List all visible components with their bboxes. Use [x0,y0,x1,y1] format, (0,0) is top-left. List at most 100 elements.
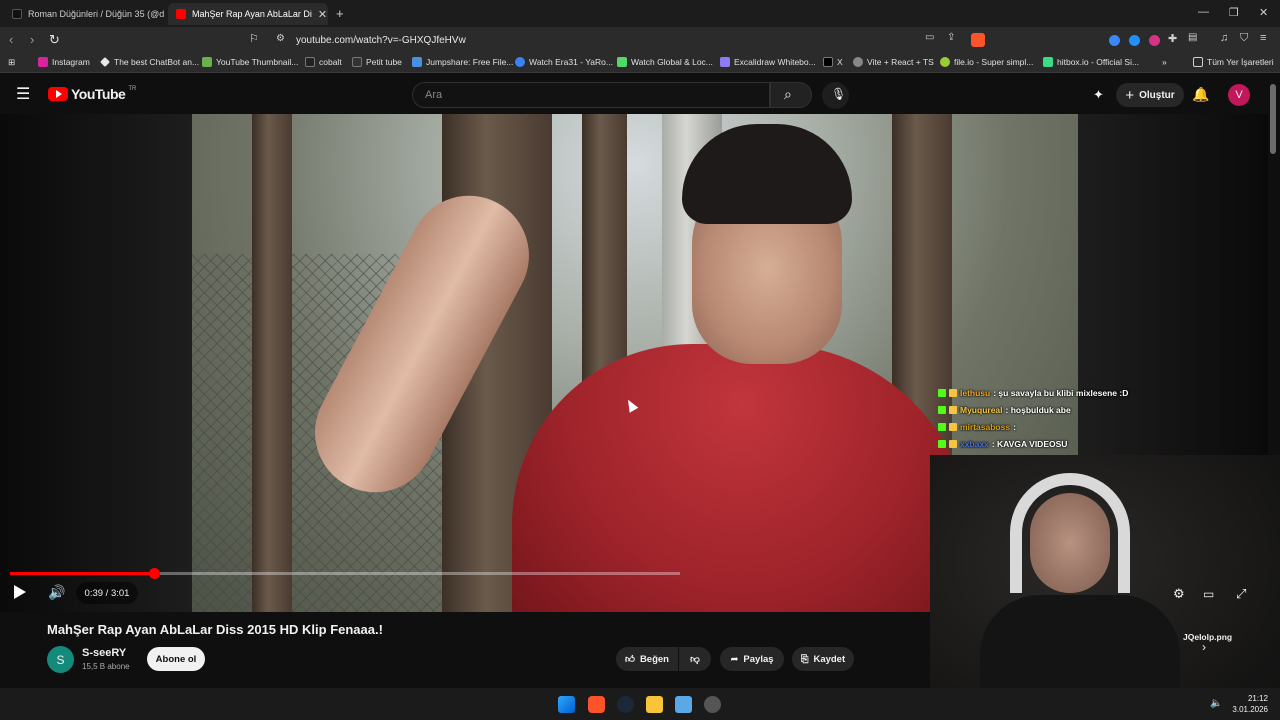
share-button[interactable]: ➦ Paylaş [720,647,784,671]
restore-icon[interactable]: ❐ [1229,6,1239,19]
extensions-puzzle-icon[interactable]: ✚ [1168,32,1177,45]
extension-pink-icon[interactable] [1149,35,1160,46]
bookmark-label: Watch Era31 - YaRo... [529,57,613,67]
play-icon[interactable] [14,585,26,599]
channel-avatar[interactable]: S [47,646,74,673]
chevron-right-icon[interactable]: › [1202,640,1206,654]
page-scrollbar[interactable] [1270,84,1276,154]
bookmark-x[interactable]: X [823,57,843,67]
volume-icon[interactable]: 🔊 [48,584,65,601]
bookmarks-bar: ⊞ Instagram The best ChatBot an... YouTu… [0,53,1280,73]
bookmark-label: Excalidraw Whitebo... [734,57,816,67]
file-explorer-icon[interactable] [646,696,663,713]
theater-mode-icon[interactable]: ▭ [1203,587,1214,601]
menu-icon[interactable]: ≡ [1260,32,1266,44]
brave-browser-icon[interactable] [588,696,605,713]
search-input[interactable]: Ara [412,82,770,108]
subscribe-button[interactable]: Abone ol [147,647,205,671]
windows-start-icon[interactable] [558,696,575,713]
tab-roman-dugunleri[interactable]: Roman Düğünleri / Düğün 35 (@düg [4,3,164,25]
region-code: TR [128,86,137,92]
bookmark-era31[interactable]: Watch Era31 - YaRo... [515,57,613,67]
bookmark-label: Vite + React + TS [867,57,934,67]
back-icon[interactable]: ‹ [9,32,13,47]
minimize-icon[interactable]: — [1198,6,1209,18]
site-info-icon[interactable]: ⚙ [276,33,285,44]
youtube-logo[interactable]: YouTube TR [48,86,136,102]
hitbox-icon [1043,57,1053,67]
bookmark-chatbot[interactable]: The best ChatBot an... [100,57,199,67]
like-button[interactable]: 👍︎ Beğen [616,647,678,671]
youtube-masthead: ☰ YouTube TR Ara ⌕ 🎙 ✦ + Oluştur 🔔 V [0,74,1280,114]
app-icon[interactable] [704,696,721,713]
bookmark-file-io[interactable]: file.io - Super simpl... [940,57,1033,67]
create-button[interactable]: + Oluştur [1116,83,1184,107]
forward-icon[interactable]: › [30,32,34,47]
dislike-button[interactable]: 👎︎ [679,647,711,671]
watch-global-icon [617,57,627,67]
chat-message: Myuqureal: hoşbulduk abe [938,401,1280,418]
speaker-icon[interactable]: 🔈 [1210,698,1222,709]
extension-audio-icon[interactable] [1109,35,1120,46]
bookmark-page-icon[interactable]: ⚐ [249,32,259,45]
apps-grid-icon[interactable]: ⊞ [8,57,15,68]
browser-toolbar: ‹ › ↻ ⚐ ⚙ youtube.com/watch?v=-GHXQJfeHV… [0,27,1280,53]
bookmark-hitbox[interactable]: hitbox.io - Official Si... [1043,57,1139,67]
microphone-icon: 🎙 [831,87,847,101]
kick-badge-icon [938,388,946,397]
account-avatar[interactable]: V [1228,84,1250,106]
channel-name[interactable]: S-seeRY [82,647,126,659]
bookmark-youtube-thumbnail[interactable]: YouTube Thumbnail... [202,57,298,67]
address-bar[interactable]: ⚙ youtube.com/watch?v=-GHXQJfeHVw [270,31,995,49]
share-page-icon[interactable]: ⇪ [947,32,955,43]
tab-mahser-rap[interactable]: MahŞer Rap Ayan AbLaLar Di ✕ [168,3,328,25]
more-bookmarks-icon[interactable]: » [1162,57,1167,67]
bookmark-label: YouTube Thumbnail... [216,57,299,67]
bookmark-label: hitbox.io - Official Si... [1057,57,1140,67]
progress-played [10,572,155,575]
steam-icon[interactable] [617,696,634,713]
system-clock[interactable]: 21:12 3.01.2026 [1232,693,1268,715]
close-window-icon[interactable]: ✕ [1259,6,1268,19]
brave-shields-icon[interactable] [971,33,985,47]
gemini-icon[interactable]: ✦ [1093,87,1104,103]
vpn-shield-icon[interactable]: ⛉ [1240,32,1248,45]
bookmark-petit-tube[interactable]: Petit tube [352,57,402,67]
bookmark-label: file.io - Super simpl... [954,57,1034,67]
bookmark-label: Petit tube [366,57,402,67]
scrubber-handle[interactable] [149,568,161,579]
chat-username: xxbaxx [960,438,989,449]
bookmark-cobalt[interactable]: cobalt [305,57,342,67]
settings-gear-icon[interactable]: ⚙ [1173,586,1185,602]
chat-username: mirtasaboss [960,421,1011,432]
progress-bar[interactable] [10,568,680,579]
chat-text: : hoşbulduk abe [1005,404,1071,415]
all-bookmarks-folder[interactable]: Tüm Yer İşaretleri [1193,57,1274,67]
url-text: youtube.com/watch?v=-GHXQJfeHVw [296,34,466,46]
time-display: 0:39 / 3:01 [76,582,138,604]
bookmark-excalidraw[interactable]: Excalidraw Whitebo... [720,57,816,67]
guide-menu-icon[interactable]: ☰ [16,84,30,104]
voice-search-button[interactable]: 🎙 [822,82,849,109]
bookmark-instagram[interactable]: Instagram [38,57,90,67]
bookmark-jumpshare[interactable]: Jumpshare: Free File... [412,57,513,67]
chat-message: lethusu: şu savayla bu klibi mixlesene :… [938,384,1280,401]
new-tab-button[interactable]: + [336,6,344,21]
bookmark-vite-react[interactable]: Vite + React + TS [853,57,934,67]
media-note-icon[interactable]: ♫ [1220,32,1228,44]
chat-text: : [1013,421,1016,432]
reload-icon[interactable]: ↻ [49,32,60,48]
bookmark-watch-global[interactable]: Watch Global & Loc... [617,57,713,67]
close-tab-icon[interactable]: ✕ [318,8,327,21]
sidebar-toggle-icon[interactable]: ▤ [1188,32,1197,43]
notifications-bell-icon[interactable]: 🔔 [1192,86,1209,103]
extension-blue-icon[interactable] [1129,35,1140,46]
search-button[interactable]: ⌕ [770,82,812,108]
search-placeholder: Ara [425,89,443,101]
screenshot-tool-icon[interactable] [675,696,692,713]
youtube-favicon-icon [176,9,186,19]
cast-icon[interactable]: ▭ [925,32,934,43]
fullscreen-icon[interactable]: ⤢ [1236,586,1246,602]
tab-label: Roman Düğünleri / Düğün 35 (@düg [28,9,164,19]
save-button[interactable]: ⎘ Kaydet [792,647,854,671]
